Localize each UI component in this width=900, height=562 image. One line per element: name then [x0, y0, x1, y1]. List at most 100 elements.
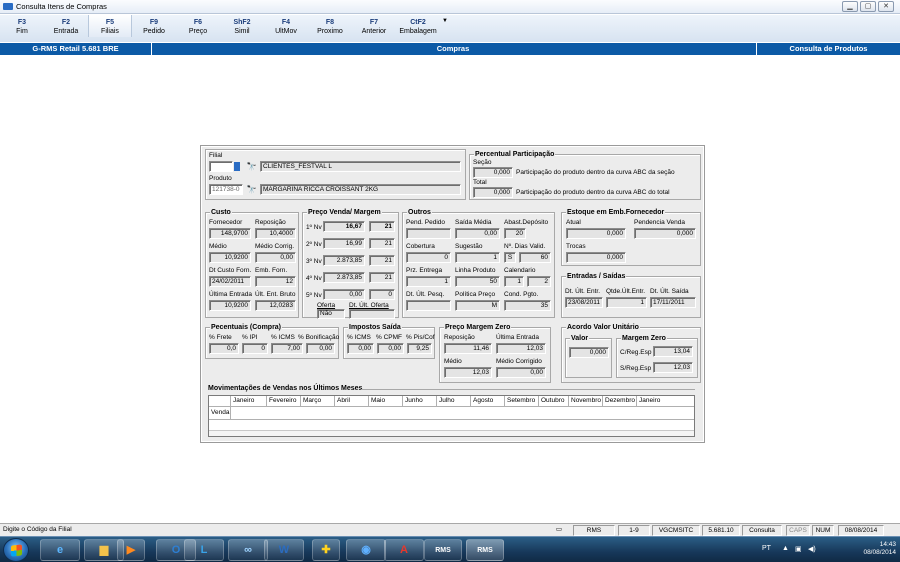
volume-tray-icon[interactable]: ◀) — [808, 545, 816, 553]
network-app-icon[interactable]: ✚ — [312, 539, 340, 561]
secao-description: Participação do produto dentro da curva … — [516, 169, 675, 176]
filial-spin-icon[interactable] — [234, 162, 240, 171]
estoque-group: Estoque em Emb.Fornecedor Atual Pendenci… — [561, 208, 701, 266]
toolbar-dropdown-icon[interactable]: ▼ — [440, 15, 450, 24]
fkey-label: Embalagem — [399, 28, 437, 35]
fkey-label: Entrada — [53, 28, 79, 35]
taskbar-clock[interactable]: 14:43 08/08/2014 — [863, 541, 896, 557]
group-title: Valor — [570, 334, 590, 343]
preco-margem-zero-group: Preço Margem Zero Reposição Última Entra… — [439, 323, 551, 383]
group-title: Pecentuais (Compra) — [210, 323, 283, 332]
fkey-pedido-button[interactable]: F9 Pedido — [132, 15, 176, 37]
preco-venda-margem-group: Preço Venda/ Margem 1º Nv 16,67 21 2º Nv… — [302, 208, 399, 319]
politica-preco-label: Política Preço — [455, 291, 496, 298]
word-icon[interactable]: W — [264, 539, 304, 561]
product-query-panel: Filial 🔭 CLIENTES_FESTVAL L Produto 1217… — [200, 145, 705, 443]
minimize-icon[interactable]: ▁ — [842, 1, 858, 12]
maximize-icon[interactable]: ▢ — [860, 1, 876, 12]
group-title: Preço Venda/ Margem — [307, 208, 382, 217]
icms-compra-value: 7,00 — [271, 343, 303, 354]
status-panel-system: RMS — [573, 525, 615, 536]
grid-sales-row: Venda — [209, 407, 694, 420]
settings-app-icon[interactable]: ◉ — [346, 539, 386, 561]
estoque-atual-value: 0,000 — [566, 228, 626, 239]
pendencia-venda-value: 0,000 — [634, 228, 696, 239]
dt-custo-value: 24/02/2011 — [209, 276, 251, 287]
reposicao-label: Reposição — [255, 219, 286, 226]
sreg-esp-label: S/Reg.Esp — [620, 365, 652, 372]
fkey-label: UltMov — [275, 28, 297, 35]
ipi-label: % IPI — [242, 334, 258, 341]
rms-app-button[interactable]: RMS — [424, 539, 462, 561]
media-player-icon[interactable]: ▶ — [117, 539, 145, 561]
fkey-entrada-button[interactable]: F2 Entrada — [44, 15, 88, 37]
acrobat-icon[interactable]: A — [384, 539, 424, 561]
filial-name-field: CLIENTES_FESTVAL L — [260, 161, 461, 172]
tray-expand-icon[interactable]: ▲ — [782, 545, 789, 552]
fkey-code: F6 — [193, 19, 203, 26]
ult-entrada-value: 10,9200 — [209, 300, 251, 311]
level-price-value: 16,99 — [323, 238, 365, 249]
saida-media-label: Saída Média — [455, 219, 492, 226]
frete-value: 0,0 — [209, 343, 239, 354]
pmz-medio-value: 12,03 — [444, 367, 492, 378]
close-icon[interactable]: ✕ — [878, 1, 894, 12]
fkey-proximo-button[interactable]: F8 Proximo — [308, 15, 352, 37]
grid-horizontal-scrollbar[interactable] — [209, 430, 694, 436]
ult-ent-bruto-value: 12,0283 — [255, 300, 296, 311]
status-panel-version: 5.681.10 — [702, 525, 740, 536]
cond-pgto-label: Cond. Pgto. — [504, 291, 539, 298]
group-title: Impostos Saída — [348, 323, 402, 332]
creg-esp-value: 13,04 — [653, 346, 693, 357]
fkey-ultmov-button[interactable]: F4 UltMov — [264, 15, 308, 37]
dt-ult-entr-value: 23/08/2011 — [565, 297, 603, 308]
group-title: Preço Margem Zero — [444, 323, 512, 332]
dt-ult-oferta-value — [349, 309, 395, 319]
produto-code-input[interactable]: 121738-0 — [209, 184, 243, 195]
binoculars-icon[interactable]: 🔭 — [246, 185, 257, 194]
fkey-fim-button[interactable]: F3 Fim — [0, 15, 44, 37]
start-button[interactable] — [3, 538, 29, 562]
fkey-label: Anterior — [361, 28, 387, 35]
status-panel-num: NUM — [812, 525, 834, 536]
fkey-anterior-button[interactable]: F7 Anterior — [352, 15, 396, 37]
fornecedor-label: Fornecedor — [209, 219, 243, 226]
level-price-value: 2.873,85 — [323, 272, 365, 283]
creg-esp-label: C/Reg.Esp — [620, 349, 652, 356]
pmz-reposicao-value: 11,46 — [444, 343, 492, 354]
network-tray-icon[interactable]: ▣ — [795, 545, 802, 553]
internet-explorer-icon[interactable]: e — [40, 539, 80, 561]
filial-code-input[interactable] — [209, 161, 233, 172]
fkey-embalagem-button[interactable]: CtF2 Embalagem — [396, 15, 440, 37]
language-indicator[interactable]: PT — [762, 545, 771, 552]
pis-cof-label: % Pis/Cof — [406, 334, 435, 341]
rms-app-button-active[interactable]: RMS — [466, 539, 504, 561]
level-margin-value: 21 — [369, 255, 395, 266]
dias-valid-value: 60 — [519, 252, 551, 263]
calendario-value-b: 2 — [527, 276, 551, 287]
status-panel-range: 1-9 — [618, 525, 650, 536]
fkey-label: Proximo — [317, 28, 343, 35]
level-label: 3º Nv — [306, 258, 322, 265]
window-controls: ▁ ▢ ✕ — [842, 1, 894, 12]
fkey-preco-button[interactable]: F6 Preço — [176, 15, 220, 37]
dt-ult-saida-label: Dt. Últ. Saída — [650, 288, 689, 295]
fkey-filiais-button[interactable]: F5 Filiais — [88, 15, 132, 37]
level-label: 4º Nv — [306, 275, 322, 282]
fkey-simil-button[interactable]: ShF2 Simil — [220, 15, 264, 37]
custo-medio-value: 10,9200 — [209, 252, 251, 263]
screen-title: Consulta de Produtos — [756, 43, 900, 55]
remote-app-icon[interactable]: ∞ — [228, 539, 268, 561]
dt-ult-pesq-value — [406, 300, 451, 311]
month-header: Janeiro — [231, 396, 267, 406]
group-title: Acordo Valor Unitário — [566, 323, 640, 332]
filial-produto-group: Filial 🔭 CLIENTES_FESTVAL L Produto 1217… — [205, 149, 466, 200]
lync-icon[interactable]: L — [184, 539, 224, 561]
system-version: G-RMS Retail 5.681 BRE — [0, 43, 152, 55]
window-title-bar: Consulta Itens de Compras ▁ ▢ ✕ — [0, 0, 900, 14]
month-header: Junho — [403, 396, 437, 406]
function-key-toolbar: F3 Fim F2 Entrada F5 Filiais F9 Pedido F6 Pre… — [0, 15, 900, 42]
binoculars-icon[interactable]: 🔭 — [246, 162, 257, 171]
fkey-label: Simil — [234, 28, 250, 35]
month-header: Agosto — [471, 396, 505, 406]
